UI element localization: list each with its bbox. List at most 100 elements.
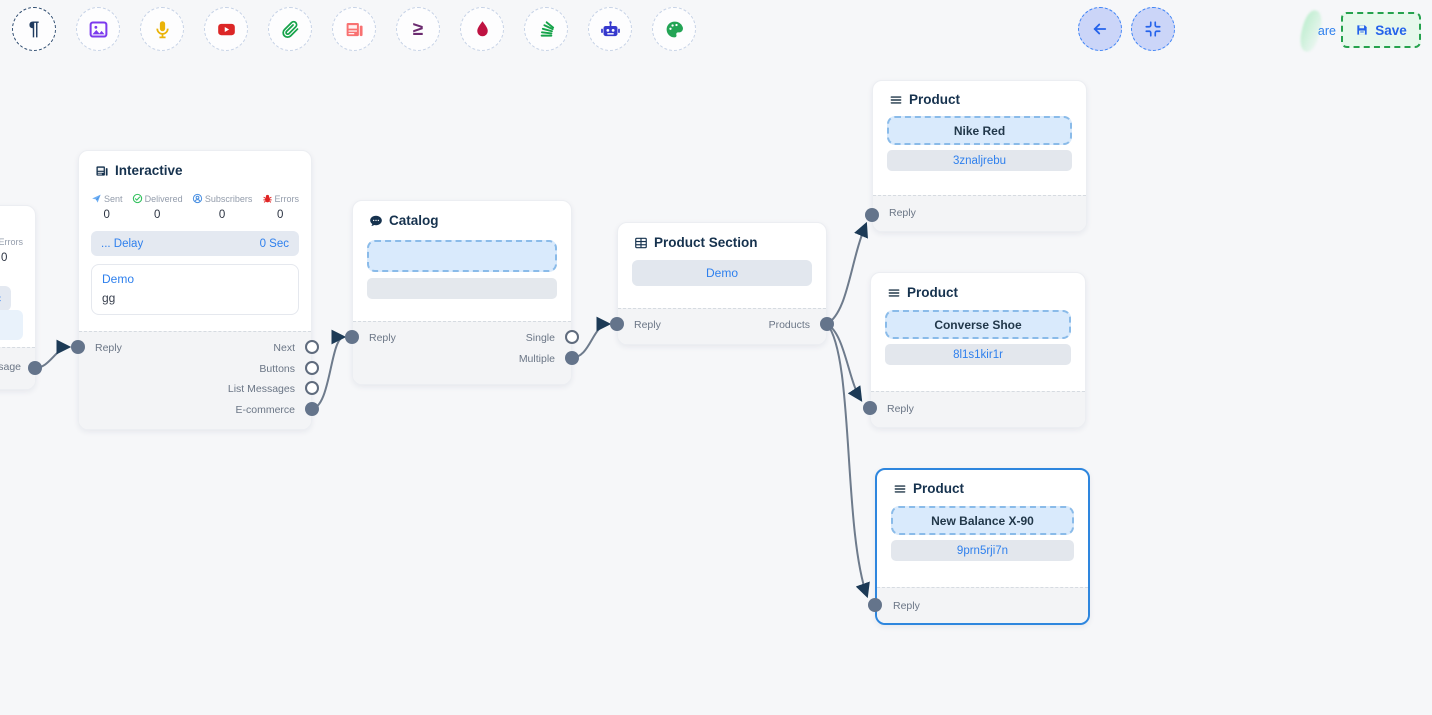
product-name: Converse Shoe xyxy=(934,318,1021,332)
fit-view-button[interactable] xyxy=(1131,7,1175,51)
port-list-messages-label: List Messages xyxy=(228,383,295,395)
back-button[interactable] xyxy=(1078,7,1122,51)
stat-label: Delivered xyxy=(145,194,183,204)
stat-subscribers: Subscribers 0 xyxy=(192,193,253,221)
node-title: Product xyxy=(909,92,960,107)
port-reply-label: Reply xyxy=(889,207,916,219)
stat-value: 0 xyxy=(104,209,110,221)
stats-row: Sent 0 Delivered 0 Subscribers 0 xyxy=(79,193,311,221)
palette-text-button[interactable]: ¶ xyxy=(12,7,56,51)
port-reply-label: Reply xyxy=(95,342,122,354)
product-retailer-id: 3znaljrebu xyxy=(887,150,1072,171)
share-label-partial: are xyxy=(1318,24,1336,38)
port-interactive-buttons[interactable] xyxy=(305,361,319,375)
user-circle-icon xyxy=(192,193,203,204)
node-title: Product Section xyxy=(654,235,758,250)
message-preview[interactable]: Demo gg xyxy=(91,264,299,315)
share-button-partial[interactable]: are xyxy=(1296,10,1336,52)
port-products-label: Products xyxy=(769,319,810,331)
stat-label: Sent xyxy=(104,194,123,204)
catalog-dropzone[interactable] xyxy=(367,240,557,272)
node-product-2[interactable]: Product Converse Shoe 8l1s1kir1r Reply xyxy=(870,272,1086,428)
hidden-message-chip[interactable] xyxy=(0,310,23,340)
port-product-section-reply[interactable] xyxy=(610,317,624,331)
save-icon xyxy=(1355,23,1369,37)
port-buttons-label: Buttons xyxy=(259,363,295,375)
flow-canvas[interactable]: ¶ xyxy=(0,0,1432,715)
compress-icon xyxy=(1144,20,1162,38)
port-interactive-list-messages[interactable] xyxy=(305,381,319,395)
palette-attachment-button[interactable] xyxy=(268,7,312,51)
palette-drip-button[interactable] xyxy=(460,7,504,51)
palette-video-button[interactable] xyxy=(204,7,248,51)
hidden-delay-chip[interactable]: 0 Sec xyxy=(0,286,11,311)
grid-icon xyxy=(634,236,648,250)
port-next-label: Next xyxy=(273,342,295,354)
message-title: Demo xyxy=(102,272,288,286)
send-icon xyxy=(91,193,102,204)
palette-design-button[interactable] xyxy=(652,7,696,51)
section-demo-label: Demo xyxy=(706,266,738,280)
port-product3-reply[interactable] xyxy=(868,598,882,612)
port-catalog-single[interactable] xyxy=(565,330,579,344)
delay-chip[interactable]: ... Delay 0 Sec xyxy=(91,231,299,256)
node-catalog[interactable]: Catalog Reply Single Multiple xyxy=(352,200,572,385)
paragraph-icon: ¶ xyxy=(29,20,40,39)
bars-icon xyxy=(887,286,901,300)
catalog-placeholder xyxy=(367,278,557,299)
palette-template-button[interactable] xyxy=(332,7,376,51)
greater-equal-icon: ≥ xyxy=(413,20,423,39)
hidden-delay-value: 0 Sec xyxy=(0,293,1,305)
robot-icon xyxy=(600,19,621,40)
stack-icon xyxy=(536,19,557,40)
port-reply-label: Reply xyxy=(887,403,914,415)
product-name: Nike Red xyxy=(954,124,1005,138)
port-catalog-multiple[interactable] xyxy=(565,351,579,365)
check-circle-icon xyxy=(132,193,143,204)
product-name-box[interactable]: Converse Shoe xyxy=(885,310,1071,339)
bug-icon xyxy=(262,193,273,204)
save-button[interactable]: Save xyxy=(1341,12,1421,48)
port-product2-reply[interactable] xyxy=(863,401,877,415)
palette-icon xyxy=(664,19,685,40)
node-product-1[interactable]: Product Nike Red 3znaljrebu Reply xyxy=(872,80,1087,232)
retailer-id-text: 3znaljrebu xyxy=(953,155,1006,167)
paperclip-icon xyxy=(280,19,301,40)
node-product-3[interactable]: Product New Balance X-90 9prn5rji7n Repl… xyxy=(875,468,1090,625)
microphone-icon xyxy=(152,19,173,40)
port-reply-label: Reply xyxy=(634,319,661,331)
newspaper-icon xyxy=(344,19,365,40)
stat-value: 0 xyxy=(219,209,225,221)
palette-image-button[interactable] xyxy=(76,7,120,51)
stat-value: 0 xyxy=(154,209,160,221)
port-product-section-products[interactable] xyxy=(820,317,834,331)
palette-condition-button[interactable]: ≥ xyxy=(396,7,440,51)
palette-audio-button[interactable] xyxy=(140,7,184,51)
product-name-box[interactable]: Nike Red xyxy=(887,116,1072,145)
node-palette: ¶ xyxy=(12,7,696,51)
port-interactive-ecommerce[interactable] xyxy=(305,402,319,416)
node-title: Product xyxy=(907,285,958,300)
image-icon xyxy=(88,19,109,40)
palette-stack-button[interactable] xyxy=(524,7,568,51)
port-reply-label: Reply xyxy=(369,332,396,344)
port-product1-reply[interactable] xyxy=(865,208,879,222)
port-interactive-reply[interactable] xyxy=(71,340,85,354)
save-label: Save xyxy=(1375,23,1407,38)
bars-icon xyxy=(893,482,907,496)
node-interactive[interactable]: Interactive Sent 0 Delivered 0 xyxy=(78,150,312,430)
product-name-box[interactable]: New Balance X-90 xyxy=(891,506,1074,535)
interactive-icon xyxy=(95,164,109,178)
droplet-icon xyxy=(472,19,493,40)
palette-chatbot-button[interactable] xyxy=(588,7,632,51)
arrow-left-icon xyxy=(1091,20,1109,38)
node-product-section[interactable]: Product Section Demo Reply Products xyxy=(617,222,827,345)
hidden-errors-label: Errors xyxy=(0,237,23,247)
port-hidden-message-out[interactable] xyxy=(28,361,42,375)
retailer-id-text: 9prn5rji7n xyxy=(957,545,1008,557)
stat-label: Subscribers xyxy=(205,194,253,204)
port-catalog-reply[interactable] xyxy=(345,330,359,344)
section-demo-button[interactable]: Demo xyxy=(632,260,812,286)
port-interactive-next[interactable] xyxy=(305,340,319,354)
catalog-icon xyxy=(369,214,383,228)
